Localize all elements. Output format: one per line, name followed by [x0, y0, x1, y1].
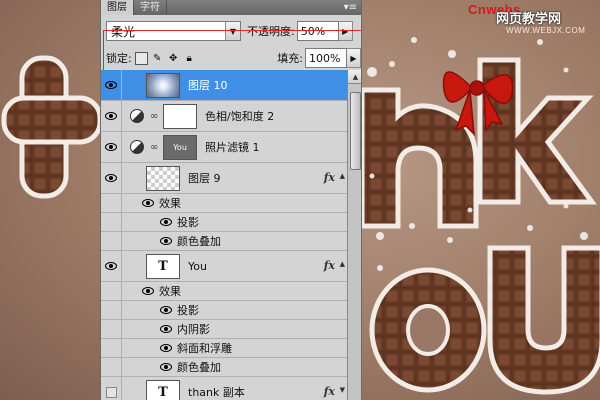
- effect-name: 颜色叠加: [177, 361, 221, 374]
- eye-icon[interactable]: [142, 287, 154, 295]
- adjustment-layer-icon: [130, 109, 144, 123]
- lock-label: 锁定:: [106, 52, 132, 65]
- eye-icon[interactable]: [142, 199, 154, 207]
- effect-row-color-overlay[interactable]: 颜色叠加: [101, 231, 347, 251]
- layer-thumbnail: [146, 72, 180, 98]
- panel-menu-icon[interactable]: ▾≡: [344, 1, 357, 14]
- opacity-label: 不透明度:: [247, 25, 295, 38]
- eye-icon[interactable]: [101, 162, 122, 194]
- eye-slot: [101, 338, 122, 358]
- effect-name: 斜面和浮雕: [177, 342, 232, 355]
- tab-character[interactable]: 字符: [134, 0, 167, 15]
- fill-input[interactable]: 100%: [305, 48, 347, 68]
- effects-row[interactable]: 效果: [101, 193, 347, 213]
- panel-tabbar: 图层 字符 ▾≡: [101, 0, 361, 15]
- chain-link-icon[interactable]: ∞: [150, 111, 160, 122]
- opacity-slider-arrow-icon[interactable]: ▶: [338, 21, 353, 41]
- tab-layers[interactable]: 图层: [101, 0, 134, 15]
- eye-icon[interactable]: [101, 70, 122, 101]
- layer-row-9[interactable]: 图层 9 fx ▲: [101, 162, 347, 194]
- eye-slot: [101, 231, 122, 251]
- link-slot: [122, 163, 143, 194]
- chain-link-icon[interactable]: ∞: [150, 142, 160, 153]
- fx-icon[interactable]: fx: [324, 385, 335, 398]
- eye-icon[interactable]: [101, 131, 122, 163]
- effect-name: 颜色叠加: [177, 235, 221, 248]
- layer-options: 柔光 ▼ 不透明度: 50% ▶ 锁定: ✎ ✥ 🔒︎ 填充: 100% ▶: [101, 15, 361, 86]
- eye-icon[interactable]: [160, 237, 172, 245]
- layer-mask-thumbnail: [163, 103, 197, 129]
- link-slot: [122, 377, 143, 400]
- fill-slider-arrow-icon[interactable]: ▶: [347, 48, 361, 68]
- scroll-up-icon[interactable]: ▲: [348, 70, 361, 84]
- effect-name: 内阴影: [177, 323, 210, 336]
- layer-name[interactable]: 图层 9: [188, 170, 221, 186]
- blend-mode-select[interactable]: 柔光 ▼: [106, 21, 241, 41]
- eye-slot: [101, 357, 122, 377]
- lock-image-brush-icon[interactable]: ✎: [151, 52, 164, 65]
- layers-panel: 图层 字符 ▾≡ 柔光 ▼ 不透明度: 50% ▶ 锁定: ✎ ✥ 🔒︎ 填充:…: [100, 0, 362, 400]
- layer-row-hue-saturation[interactable]: ∞ 色相/饱和度 2: [101, 100, 347, 132]
- effects-row[interactable]: 效果: [101, 281, 347, 301]
- watermark-domain: WWW.WEBJX.COM: [506, 26, 586, 35]
- collapse-arrow-icon[interactable]: ▲: [340, 260, 345, 268]
- eye-icon[interactable]: [160, 325, 172, 333]
- link-slot: [122, 70, 143, 101]
- effect-row-drop-shadow[interactable]: 投影: [101, 212, 347, 232]
- eye-icon[interactable]: [160, 218, 172, 226]
- eye-slot: [101, 212, 122, 232]
- effect-row-bevel-emboss[interactable]: 斜面和浮雕: [101, 338, 347, 358]
- effect-row-inner-shadow[interactable]: 内阴影: [101, 319, 347, 339]
- effect-name: 投影: [177, 304, 199, 317]
- effect-name: 投影: [177, 216, 199, 229]
- layers-scrollbar[interactable]: ▲: [347, 70, 361, 400]
- layer-mask-thumbnail: You: [163, 134, 197, 160]
- layer-row-thank-copy[interactable]: T thank 副本 fx ▼: [101, 376, 347, 400]
- eye-icon[interactable]: [101, 100, 122, 132]
- layer-name[interactable]: 图层 10: [188, 77, 228, 93]
- eye-icon[interactable]: [160, 363, 172, 371]
- watermark-site: 网页教学网: [496, 12, 562, 27]
- eye-icon[interactable]: [160, 344, 172, 352]
- effects-label: 效果: [159, 285, 181, 298]
- layer-name[interactable]: You: [188, 260, 207, 273]
- expand-arrow-icon[interactable]: ▼: [340, 386, 345, 394]
- lock-position-move-icon[interactable]: ✥: [167, 52, 180, 65]
- text-layer-thumbnail: T: [146, 379, 180, 400]
- lock-fill-row: 锁定: ✎ ✥ 🔒︎ 填充: 100% ▶: [101, 47, 361, 69]
- collapse-arrow-icon[interactable]: ▲: [340, 172, 345, 180]
- chevron-down-icon[interactable]: ▼: [225, 22, 240, 40]
- effects-label: 效果: [159, 197, 181, 210]
- layer-name[interactable]: 色相/饱和度 2: [205, 108, 274, 124]
- text-layer-thumbnail: T: [146, 253, 180, 279]
- effect-row-color-overlay[interactable]: 颜色叠加: [101, 357, 347, 377]
- eye-slot: [101, 319, 122, 339]
- eye-icon[interactable]: [160, 306, 172, 314]
- lock-all-padlock-icon[interactable]: 🔒︎: [183, 52, 196, 65]
- adjustment-layer-icon: [130, 140, 144, 154]
- layer-row-photo-filter[interactable]: ∞ You 照片滤镜 1: [101, 131, 347, 163]
- layer-name[interactable]: 照片滤镜 1: [205, 139, 260, 155]
- layer-thumbnail: [146, 165, 180, 191]
- opacity-input[interactable]: 50%: [296, 21, 339, 41]
- lock-transparent-icon[interactable]: [134, 51, 148, 65]
- effect-row-drop-shadow[interactable]: 投影: [101, 300, 347, 320]
- layer-row-10[interactable]: 图层 10: [101, 70, 347, 101]
- fx-icon[interactable]: fx: [324, 171, 335, 184]
- fx-icon[interactable]: fx: [324, 259, 335, 272]
- blend-opacity-row: 柔光 ▼ 不透明度: 50% ▶: [101, 20, 361, 42]
- eye-icon[interactable]: [101, 250, 122, 282]
- layer-row-you[interactable]: T You fx ▲: [101, 250, 347, 282]
- layers-list: 图层 10 ∞ 色相/饱和度 2 ∞ You 照片滤镜 1 图层 9 fx ▲: [101, 70, 347, 400]
- link-slot: [122, 251, 143, 282]
- eye-slot: [101, 193, 122, 213]
- eye-slot: [101, 300, 122, 320]
- fill-label: 填充:: [277, 52, 303, 65]
- visibility-toggle-empty[interactable]: [101, 376, 122, 400]
- scrollbar-thumb[interactable]: [350, 92, 361, 170]
- blend-mode-value: 柔光: [111, 24, 136, 39]
- layer-name[interactable]: thank 副本: [188, 384, 245, 400]
- eye-slot: [101, 281, 122, 301]
